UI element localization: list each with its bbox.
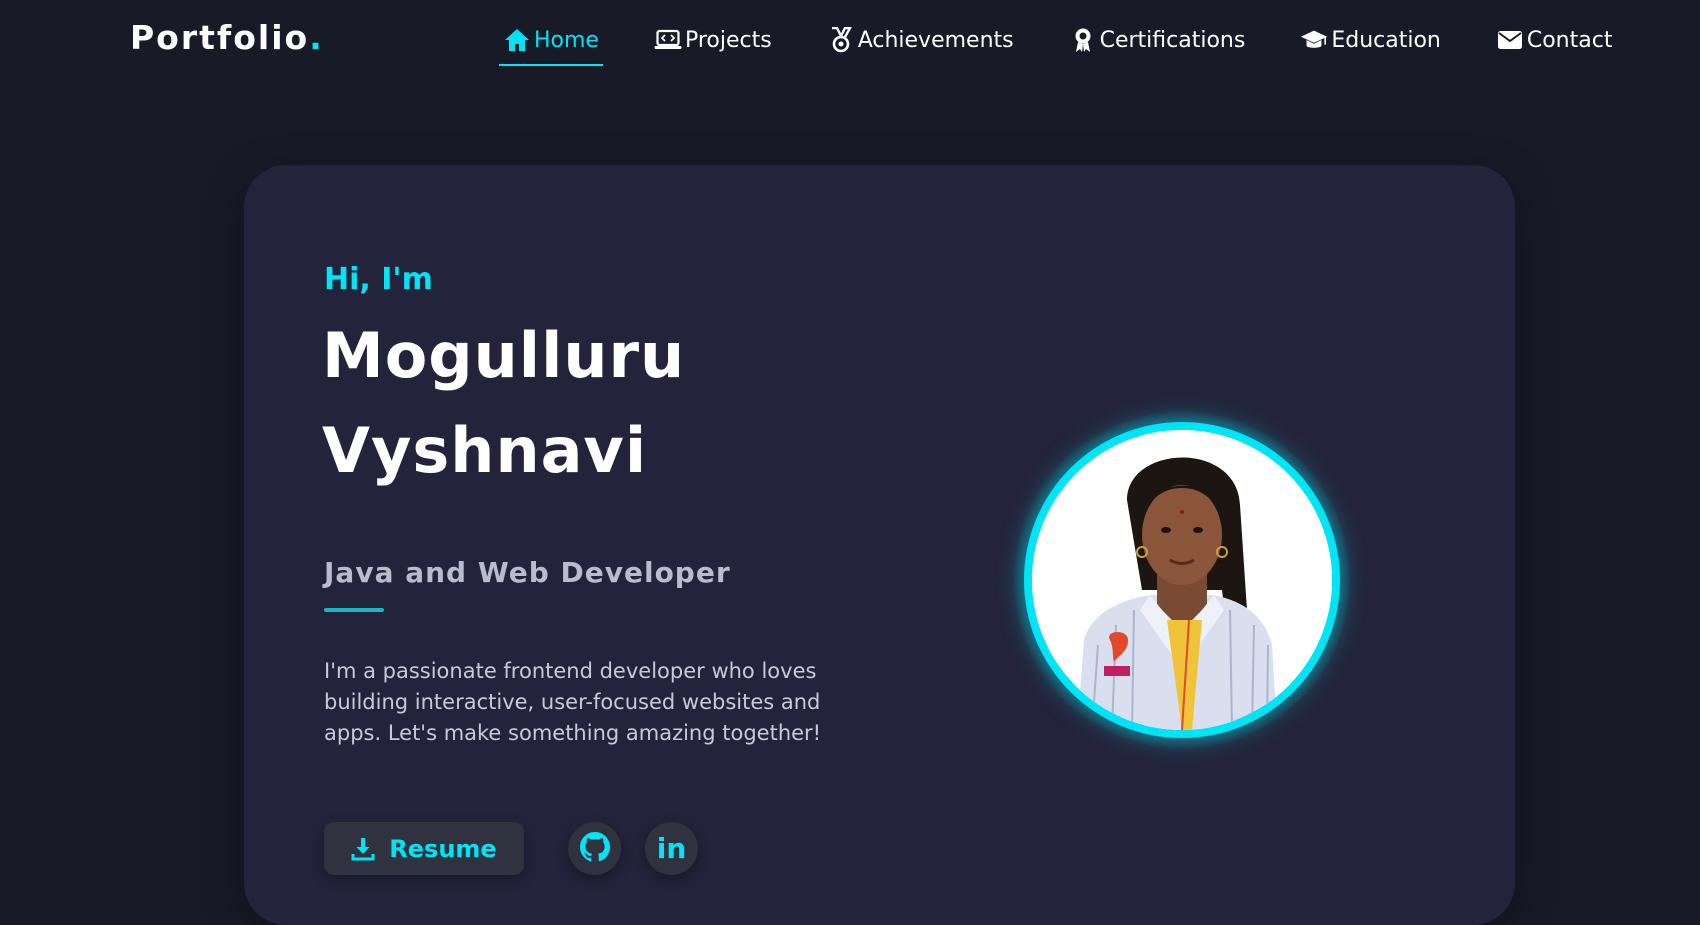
nav-item-label: Certifications bbox=[1099, 27, 1246, 53]
resume-button[interactable]: Resume bbox=[324, 822, 524, 875]
nav-item-label: Achievements bbox=[857, 27, 1014, 53]
hero-description: I'm a passionate frontend developer who … bbox=[324, 659, 822, 745]
download-icon bbox=[351, 837, 375, 861]
profile-photo bbox=[1032, 430, 1332, 730]
graduation-cap-icon bbox=[1300, 26, 1328, 54]
home-icon bbox=[503, 26, 531, 54]
site-logo[interactable]: Portfolio. bbox=[130, 18, 324, 57]
envelope-icon bbox=[1496, 26, 1524, 54]
linkedin-link[interactable]: in bbox=[645, 822, 698, 875]
hero-role: Java and Web Developer bbox=[324, 556, 731, 589]
top-navigation: Portfolio. Home Projects Achievements Ce… bbox=[0, 0, 1700, 80]
nav-links: Home Projects Achievements Certification… bbox=[499, 22, 1613, 66]
hero-name-first: Mogulluru bbox=[322, 319, 686, 392]
github-link[interactable] bbox=[568, 822, 621, 875]
laptop-code-icon bbox=[654, 26, 682, 54]
hero-name: Mogulluru Vyshnavi bbox=[322, 308, 882, 498]
hero-greeting: Hi, I'm bbox=[324, 262, 433, 297]
nav-item-achievements[interactable]: Achievements bbox=[827, 22, 1014, 58]
nav-item-education[interactable]: Education bbox=[1300, 22, 1441, 58]
nav-item-certifications[interactable]: Certifications bbox=[1069, 22, 1246, 58]
nav-item-label: Education bbox=[1331, 27, 1441, 53]
medal-icon bbox=[827, 26, 855, 54]
nav-item-label: Projects bbox=[684, 27, 772, 53]
nav-item-home[interactable]: Home bbox=[499, 22, 603, 66]
nav-item-projects[interactable]: Projects bbox=[654, 22, 772, 58]
nav-item-contact[interactable]: Contact bbox=[1496, 22, 1613, 58]
award-ribbon-icon bbox=[1069, 26, 1097, 54]
github-icon bbox=[579, 831, 610, 866]
nav-item-label: Home bbox=[534, 27, 599, 53]
role-underline bbox=[324, 608, 384, 612]
hero-name-last: Vyshnavi bbox=[322, 414, 648, 487]
nav-item-label: Contact bbox=[1526, 27, 1613, 53]
linkedin-icon: in bbox=[656, 832, 687, 865]
resume-button-label: Resume bbox=[389, 834, 497, 863]
